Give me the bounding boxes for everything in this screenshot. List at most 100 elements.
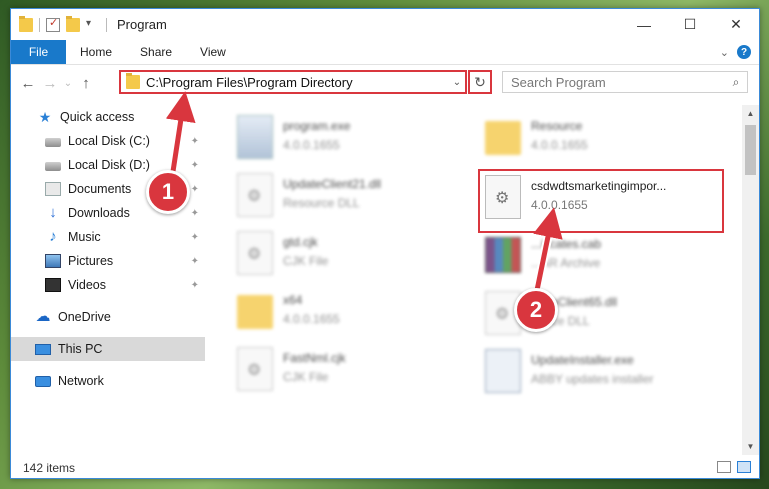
pictures-icon <box>45 254 61 268</box>
search-input[interactable]: Search Program <box>511 75 725 90</box>
vertical-scrollbar[interactable]: ▲ ▼ <box>742 105 759 455</box>
sidebar-item-videos[interactable]: Videos ✦ <box>11 273 205 297</box>
folder-icon[interactable] <box>19 15 33 32</box>
file-subtitle: 4.0.0.1655 <box>283 138 340 152</box>
music-icon: ♪ <box>49 228 57 245</box>
file-name: Resource <box>531 119 583 133</box>
forward-button[interactable]: → <box>39 72 61 94</box>
close-button[interactable]: ✕ <box>713 9 759 40</box>
sidebar-item-this-pc[interactable]: This PC <box>11 337 205 361</box>
chevron-down-icon[interactable]: ⌄ <box>720 46 729 59</box>
list-item[interactable]: Resource 4.0.0.1655 <box>485 111 725 167</box>
file-name: ...ificates.cab <box>531 237 602 251</box>
sidebar-item-label: Local Disk (D:) <box>68 158 150 172</box>
search-box[interactable]: Search Program ⌕ <box>502 71 748 93</box>
sidebar-item-label: Music <box>68 230 101 244</box>
scroll-down-icon[interactable]: ▼ <box>742 438 759 455</box>
scroll-up-icon[interactable]: ▲ <box>742 105 759 122</box>
pin-icon[interactable]: ✦ <box>191 208 199 219</box>
pin-icon[interactable]: ✦ <box>191 280 199 291</box>
tab-view[interactable]: View <box>186 40 240 64</box>
star-icon: ★ <box>38 109 52 125</box>
navigation-bar: ← → ⌄ ↑ C:\Program Files\Program Directo… <box>11 67 759 99</box>
dll-icon <box>237 173 273 217</box>
file-subtitle: 4.0.0.1655 <box>283 312 340 326</box>
explorer-window: ▾ Program — ☐ ✕ File Home Share View ⌄ ?… <box>10 8 760 479</box>
folder-icon <box>485 121 521 155</box>
list-item[interactable]: ...ificates.cab ...AR Archive <box>485 229 725 285</box>
file-subtitle: ABBY updates installer <box>531 372 654 386</box>
installer-icon <box>485 349 521 393</box>
file-icon <box>237 347 273 391</box>
list-item[interactable]: program.exe 4.0.0.1655 <box>237 111 477 167</box>
sidebar-item-local-disk-c[interactable]: Local Disk (C:) ✦ <box>11 129 205 153</box>
address-dropdown[interactable]: ⌄ <box>449 77 465 88</box>
sidebar-item-label: This PC <box>58 342 103 356</box>
pin-icon[interactable]: ✦ <box>191 256 199 267</box>
sidebar-item-music[interactable]: ♪ Music ✦ <box>11 225 205 249</box>
sidebar-item-pictures[interactable]: Pictures ✦ <box>11 249 205 273</box>
network-icon <box>35 375 51 387</box>
view-switcher <box>717 461 751 473</box>
file-subtitle: CJK File <box>283 370 329 384</box>
window-controls: — ☐ ✕ <box>621 9 759 40</box>
list-item[interactable]: UpdateClient21.dll Resource DLL <box>237 169 477 225</box>
target-file-highlight <box>478 169 724 233</box>
file-name: gtd.cjk <box>283 235 318 249</box>
file-list: program.exe 4.0.0.1655 UpdateClient21.dll… <box>209 105 741 450</box>
item-count: 142 items <box>23 461 76 475</box>
help-icon[interactable]: ? <box>737 45 751 59</box>
file-name: program.exe <box>283 119 351 133</box>
sidebar-item-label: Videos <box>68 278 106 292</box>
customize-toolbar-icon[interactable]: ▾ <box>86 18 100 32</box>
list-item[interactable]: FastNml.cjk CJK File <box>237 343 477 399</box>
sidebar-item-quick-access[interactable]: ★ Quick access <box>11 105 205 129</box>
downloads-icon: ↓ <box>49 204 57 221</box>
title-bar: ▾ Program — ☐ ✕ <box>11 9 759 40</box>
scroll-thumb[interactable] <box>745 125 756 175</box>
refresh-button[interactable]: ↻ <box>468 70 492 94</box>
address-path[interactable]: C:\Program Files\Program Directory <box>146 75 449 90</box>
minimize-button[interactable]: — <box>621 9 667 40</box>
toolbar-separator <box>39 17 40 32</box>
file-subtitle: ...AR Archive <box>531 256 601 270</box>
file-name: UpdateInstaller.exe <box>531 353 634 367</box>
tiles-view-icon[interactable] <box>737 461 751 473</box>
sidebar-item-label: Documents <box>68 182 132 196</box>
tab-home[interactable]: Home <box>66 40 126 64</box>
window-title: Program <box>117 17 167 32</box>
exe-icon <box>237 115 273 159</box>
sidebar-item-label: OneDrive <box>58 310 111 324</box>
tab-file[interactable]: File <box>11 40 66 64</box>
new-folder-icon[interactable] <box>66 15 80 32</box>
list-item[interactable]: x64 4.0.0.1655 <box>237 285 477 341</box>
file-icon <box>237 231 273 275</box>
file-subtitle: Resource DLL <box>283 196 360 210</box>
pin-icon[interactable]: ✦ <box>191 184 199 195</box>
pin-icon[interactable]: ✦ <box>191 232 199 243</box>
search-icon[interactable]: ⌕ <box>725 75 747 90</box>
pin-icon[interactable]: ✦ <box>191 136 199 147</box>
list-item[interactable]: gtd.cjk CJK File <box>237 227 477 283</box>
onedrive-icon: ☁ <box>35 308 51 325</box>
list-item[interactable]: UpdateInstaller.exe ABBY updates installe… <box>485 345 725 401</box>
ribbon-tabs: File Home Share View ⌄ ? <box>11 40 759 65</box>
sidebar-item-label: Network <box>58 374 104 388</box>
disk-icon <box>45 162 61 171</box>
sidebar-item-onedrive[interactable]: ☁ OneDrive <box>11 305 205 329</box>
sidebar-item-label: Local Disk (C:) <box>68 134 150 148</box>
tab-share[interactable]: Share <box>126 40 186 64</box>
sidebar-item-network[interactable]: Network <box>11 369 205 393</box>
details-view-icon[interactable] <box>717 461 731 473</box>
step-badge-1: 1 <box>146 170 190 214</box>
folder-icon <box>237 295 273 329</box>
address-bar[interactable]: C:\Program Files\Program Directory ⌄ <box>119 70 467 94</box>
file-subtitle: CJK File <box>283 254 329 268</box>
back-button[interactable]: ← <box>17 72 39 94</box>
pin-icon[interactable]: ✦ <box>191 160 199 171</box>
maximize-button[interactable]: ☐ <box>667 9 713 40</box>
up-button[interactable]: ↑ <box>75 72 97 94</box>
status-bar: 142 items <box>11 457 759 479</box>
properties-icon[interactable] <box>46 16 60 32</box>
recent-locations-dropdown[interactable]: ⌄ <box>61 72 75 94</box>
